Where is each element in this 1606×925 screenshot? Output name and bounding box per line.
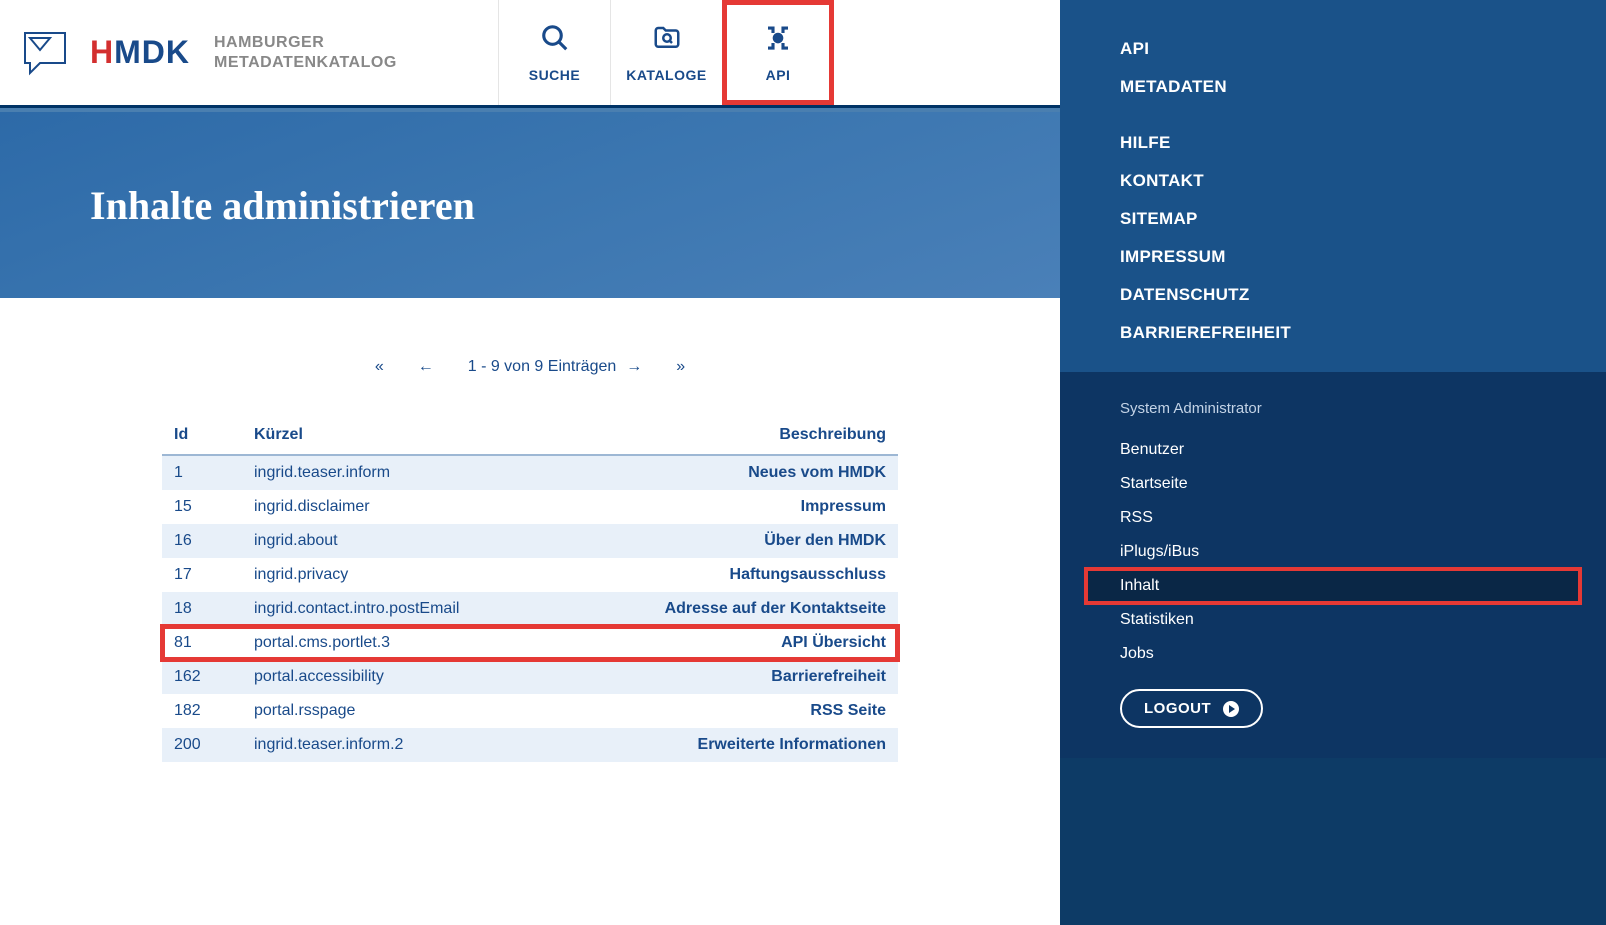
pager-last[interactable]: »	[676, 358, 685, 376]
logo-icon	[20, 28, 70, 78]
table-header: Id Kürzel Beschreibung	[162, 416, 898, 456]
cell-desc: API Übersicht	[614, 634, 886, 652]
page-title: Inhalte administrieren	[90, 182, 475, 229]
table-row[interactable]: 81portal.cms.portlet.3API Übersicht	[162, 626, 898, 660]
table-row[interactable]: 182portal.rsspageRSS Seite	[162, 694, 898, 728]
col-desc: Beschreibung	[614, 426, 886, 444]
col-key: Kürzel	[254, 426, 614, 444]
api-icon	[763, 23, 793, 53]
cell-desc: Über den HMDK	[614, 532, 886, 550]
cell-key: ingrid.disclaimer	[254, 498, 614, 516]
sidebar-link-api[interactable]: API	[1120, 30, 1546, 68]
logo-text: HMDK	[90, 34, 190, 70]
cell-desc: Impressum	[614, 498, 886, 516]
cell-id: 182	[174, 702, 254, 720]
pager-text: 1 - 9 von 9 Einträgen →	[468, 358, 643, 376]
table-row[interactable]: 16ingrid.aboutÜber den HMDK	[162, 524, 898, 558]
cell-desc: Neues vom HMDK	[614, 464, 886, 482]
nav-catalogs-label: KATALOGE	[626, 67, 706, 83]
sidebar-admin-jobs[interactable]: Jobs	[1086, 637, 1580, 671]
pager-first[interactable]: «	[375, 358, 384, 376]
sidebar-link-metadaten[interactable]: METADATEN	[1120, 68, 1546, 106]
cell-key: portal.accessibility	[254, 668, 614, 686]
nav-api[interactable]: API	[722, 0, 834, 105]
sidebar-admin-title: System Administrator	[1086, 394, 1580, 423]
sidebar-admin-statistiken[interactable]: Statistiken	[1086, 603, 1580, 637]
cell-key: portal.rsspage	[254, 702, 614, 720]
nav-api-label: API	[766, 67, 791, 83]
cell-id: 200	[174, 736, 254, 754]
content-table: Id Kürzel Beschreibung 1ingrid.teaser.in…	[162, 416, 898, 762]
sidebar-link-sitemap[interactable]: SITEMAP	[1120, 200, 1546, 238]
topnav: SUCHE KATALOGE API	[498, 0, 834, 105]
sidebar-link-hilfe[interactable]: HILFE	[1120, 124, 1546, 162]
cell-key: ingrid.about	[254, 532, 614, 550]
sidebar-link-impressum[interactable]: IMPRESSUM	[1120, 238, 1546, 276]
table-row[interactable]: 18ingrid.contact.intro.postEmailAdresse …	[162, 592, 898, 626]
header: HMDK HAMBURGERMETADATENKATALOG SUCHE KAT…	[0, 0, 1060, 108]
cell-id: 1	[174, 464, 254, 482]
cell-id: 16	[174, 532, 254, 550]
cell-desc: RSS Seite	[614, 702, 886, 720]
hero: Inhalte administrieren	[0, 108, 1060, 298]
logout-button[interactable]: LOGOUT	[1120, 689, 1263, 728]
folder-search-icon	[652, 23, 682, 53]
search-icon	[540, 23, 570, 53]
cell-desc: Erweiterte Informationen	[614, 736, 886, 754]
logout-label: LOGOUT	[1144, 700, 1211, 717]
cell-key: ingrid.contact.intro.postEmail	[254, 600, 614, 618]
cell-id: 17	[174, 566, 254, 584]
cell-key: ingrid.teaser.inform.2	[254, 736, 614, 754]
sidebar-admin-rss[interactable]: RSS	[1086, 501, 1580, 535]
cell-desc: Haftungsausschluss	[614, 566, 886, 584]
logo[interactable]: HMDK HAMBURGERMETADATENKATALOG	[0, 28, 498, 78]
content: « ← 1 - 9 von 9 Einträgen → » Id Kürzel …	[0, 298, 1060, 925]
cell-key: portal.cms.portlet.3	[254, 634, 614, 652]
col-id: Id	[174, 426, 254, 444]
logo-subtitle: HAMBURGERMETADATENKATALOG	[214, 33, 397, 71]
sidebar-link-datenschutz[interactable]: DATENSCHUTZ	[1120, 276, 1546, 314]
sidebar-admin: System Administrator BenutzerStartseiteR…	[1060, 372, 1606, 758]
cell-id: 81	[174, 634, 254, 652]
table-row[interactable]: 200ingrid.teaser.inform.2Erweiterte Info…	[162, 728, 898, 762]
cell-key: ingrid.teaser.inform	[254, 464, 614, 482]
nav-search[interactable]: SUCHE	[498, 0, 610, 105]
sidebar-admin-benutzer[interactable]: Benutzer	[1086, 433, 1580, 467]
sidebar-admin-inhalt[interactable]: Inhalt	[1086, 569, 1580, 603]
sidebar-link-barrierefreiheit[interactable]: BARRIEREFREIHEIT	[1120, 314, 1546, 352]
sidebar: APIMETADATEN HILFEKONTAKTSITEMAPIMPRESSU…	[1060, 0, 1606, 925]
cell-desc: Adresse auf der Kontaktseite	[614, 600, 886, 618]
table-row[interactable]: 1ingrid.teaser.informNeues vom HMDK	[162, 456, 898, 490]
pager: « ← 1 - 9 von 9 Einträgen → »	[0, 358, 1060, 376]
table-row[interactable]: 17ingrid.privacyHaftungsausschluss	[162, 558, 898, 592]
cell-key: ingrid.privacy	[254, 566, 614, 584]
logout-icon	[1223, 701, 1239, 717]
nav-search-label: SUCHE	[529, 67, 581, 83]
sidebar-top: APIMETADATEN HILFEKONTAKTSITEMAPIMPRESSU…	[1060, 0, 1606, 372]
sidebar-admin-startseite[interactable]: Startseite	[1086, 467, 1580, 501]
cell-id: 15	[174, 498, 254, 516]
cell-id: 162	[174, 668, 254, 686]
sidebar-link-kontakt[interactable]: KONTAKT	[1120, 162, 1546, 200]
cell-id: 18	[174, 600, 254, 618]
table-row[interactable]: 162portal.accessibilityBarrierefreiheit	[162, 660, 898, 694]
sidebar-admin-iplugs-ibus[interactable]: iPlugs/iBus	[1086, 535, 1580, 569]
nav-catalogs[interactable]: KATALOGE	[610, 0, 722, 105]
pager-prev[interactable]: ←	[418, 358, 434, 376]
table-row[interactable]: 15ingrid.disclaimerImpressum	[162, 490, 898, 524]
cell-desc: Barrierefreiheit	[614, 668, 886, 686]
